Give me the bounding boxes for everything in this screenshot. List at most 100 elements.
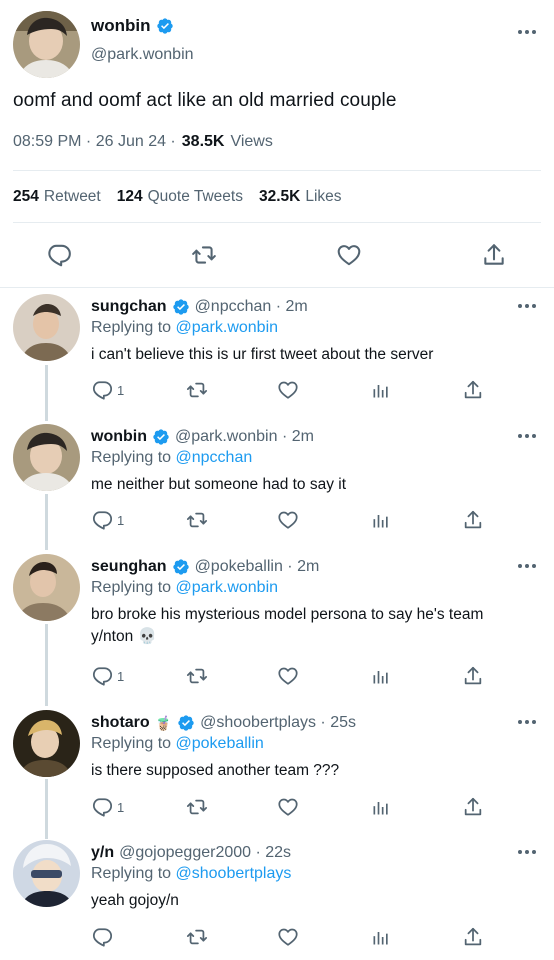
retweet-icon[interactable] [186,665,208,687]
share-icon[interactable] [462,379,484,401]
reply-icon[interactable] [91,509,113,531]
reply-text: i can't believe this is ur first tweet a… [91,346,434,363]
views-label: Views [230,133,273,150]
avatar[interactable] [13,710,80,777]
mention-link[interactable]: @shoobertplays [176,865,292,882]
likes-stat[interactable]: 32.5K Likes [259,188,342,206]
author-name[interactable]: wonbin [91,16,150,36]
reply-tweet[interactable]: wonbin @park.wonbin · 2m Replying to @np… [0,424,554,549]
replying-to-label: Replying to [91,865,172,882]
reply-icon[interactable] [91,926,113,948]
bubble-tea-emoji: 🧋 [154,714,173,731]
mention-link[interactable]: @park.wonbin [176,319,279,336]
reply-tweet[interactable]: y/n @gojopegger2000 · 22s Replying to @s… [0,840,554,958]
mention-link[interactable]: @npcchan [176,449,253,466]
reply-text: is there supposed another team ??? [91,762,340,779]
engagement-stats: 254 Retweet 124 Quote Tweets 32.5K Likes [13,188,342,206]
reply-icon[interactable] [46,242,72,268]
reply-tweet[interactable]: sungchan @npcchan · 2m Replying to @park… [0,294,554,419]
verified-badge-icon [172,558,190,576]
share-icon[interactable] [462,796,484,818]
avatar[interactable] [13,424,80,491]
views-icon[interactable] [371,380,391,400]
author-handle[interactable]: @gojopegger2000 · 22s [119,844,291,862]
retweet-icon[interactable] [186,379,208,401]
share-icon[interactable] [462,665,484,687]
avatar[interactable] [13,294,80,361]
more-options-icon[interactable] [517,29,537,35]
reply-action-bar: 1 [91,796,491,818]
more-options-icon[interactable] [517,719,537,725]
like-icon[interactable] [277,926,299,948]
author-handle[interactable]: @park.wonbin · 2m [175,428,314,446]
more-options-icon[interactable] [517,849,537,855]
divider [13,222,541,223]
like-icon[interactable] [277,509,299,531]
replying-to-label: Replying to [91,579,172,596]
reply-text: me neither but someone had to say it [91,476,347,493]
tweet-text: oomf and oomf act like an old married co… [13,90,397,111]
quote-tweets-stat[interactable]: 124 Quote Tweets [117,188,243,206]
replying-to-label: Replying to [91,319,172,336]
retweet-icon[interactable] [191,242,217,268]
mention-link[interactable]: @pokeballin [176,735,264,752]
author-handle[interactable]: @park.wonbin [91,46,194,64]
tweet-meta: 08:59 PM · 26 Jun 24 · 38.5K Views [13,133,273,151]
verified-badge-icon [177,714,195,732]
reply-icon[interactable] [91,379,113,401]
views-icon[interactable] [371,927,391,947]
views-count: 38.5K [181,133,225,150]
retweet-icon[interactable] [186,796,208,818]
retweets-stat[interactable]: 254 Retweet [13,188,101,206]
reply-icon[interactable] [91,665,113,687]
reply-action-bar: 1 [91,379,491,401]
share-icon[interactable] [462,509,484,531]
avatar[interactable] [13,554,80,621]
reply-tweet[interactable]: seunghan @pokeballin · 2m Replying to @p… [0,554,554,704]
reply-icon[interactable] [91,796,113,818]
reply-text: bro broke his mysterious model persona t… [91,606,484,645]
avatar[interactable] [13,11,80,78]
author-handle[interactable]: @pokeballin · 2m [195,558,320,576]
main-tweet: wonbin @park.wonbin oomf and oomf act li… [0,0,554,287]
timestamp: 08:59 PM · 26 Jun 24 · [13,133,176,150]
mention-link[interactable]: @park.wonbin [176,579,279,596]
like-icon[interactable] [277,796,299,818]
action-bar [0,240,554,270]
like-icon[interactable] [277,665,299,687]
reply-action-bar: 1 [91,665,491,687]
replying-to-label: Replying to [91,735,172,752]
more-options-icon[interactable] [517,563,537,569]
author-name[interactable]: y/n [91,844,114,862]
more-options-icon[interactable] [517,303,537,309]
verified-badge-icon [156,17,174,35]
divider [13,170,541,171]
avatar-image [13,11,80,78]
author-handle[interactable]: @shoobertplays · 25s [200,714,356,732]
avatar[interactable] [13,840,80,907]
views-icon[interactable] [371,797,391,817]
verified-badge-icon [172,298,190,316]
share-icon[interactable] [462,926,484,948]
divider [0,287,554,288]
like-icon[interactable] [277,379,299,401]
views-icon[interactable] [371,666,391,686]
reply-tweet[interactable]: shotaro 🧋 @shoobertplays · 25s Replying … [0,710,554,835]
reply-text: yeah gojoy/n [91,892,179,909]
views-icon[interactable] [371,510,391,530]
author-name[interactable]: shotaro [91,714,150,732]
author-handle[interactable]: @npcchan · 2m [195,298,308,316]
author-name[interactable]: wonbin [91,428,147,446]
author-name[interactable]: sungchan [91,298,167,316]
reply-action-bar: 1 [91,509,491,531]
like-icon[interactable] [336,242,362,268]
replying-to-label: Replying to [91,449,172,466]
verified-badge-icon [152,428,170,446]
more-options-icon[interactable] [517,433,537,439]
author-name[interactable]: seunghan [91,558,167,576]
reply-count: 1 [117,513,125,528]
retweet-icon[interactable] [186,926,208,948]
retweet-icon[interactable] [186,509,208,531]
reply-action-bar [91,926,491,948]
share-icon[interactable] [481,242,507,268]
